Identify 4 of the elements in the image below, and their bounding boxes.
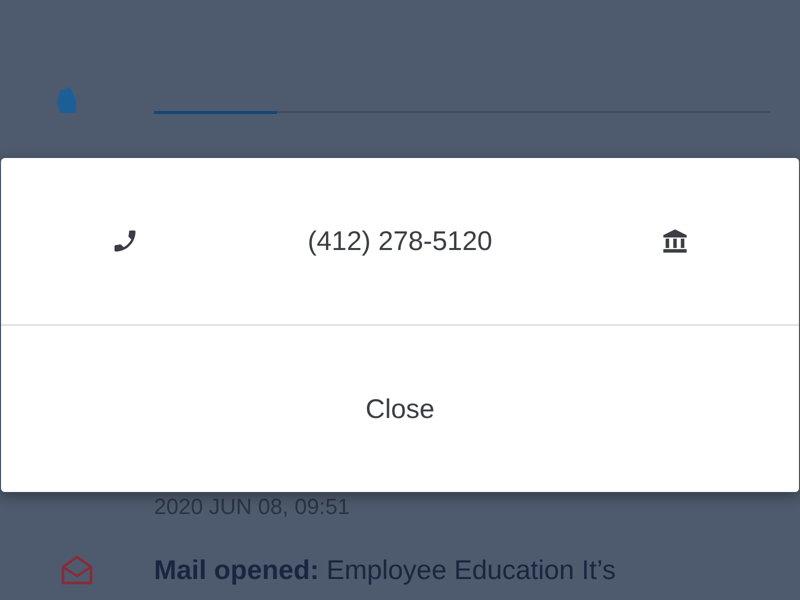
open-envelope-icon bbox=[60, 554, 94, 586]
close-button[interactable]: Close bbox=[1, 326, 799, 492]
bank-icon[interactable] bbox=[660, 227, 689, 255]
phone-number[interactable]: (412) 278-5120 bbox=[308, 226, 492, 256]
